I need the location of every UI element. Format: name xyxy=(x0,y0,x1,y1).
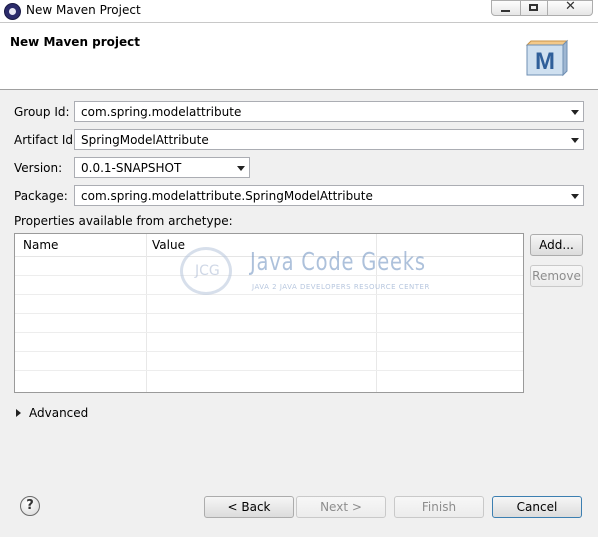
window-title: New Maven Project xyxy=(26,3,141,17)
group-id-combo[interactable]: com.spring.modelattribute xyxy=(74,101,584,122)
maven-logo-letter: M xyxy=(535,48,555,75)
artifact-id-combo[interactable]: SpringModelAttribute xyxy=(74,129,584,150)
table-row xyxy=(15,351,523,352)
jcg-logo-icon: JCG xyxy=(180,247,232,295)
chevron-down-icon[interactable] xyxy=(571,138,579,143)
table-row xyxy=(15,313,523,314)
advanced-label: Advanced xyxy=(29,406,89,420)
table-row xyxy=(15,294,523,295)
package-value: com.spring.modelattribute.SpringModelAtt… xyxy=(81,189,373,203)
cancel-button[interactable]: Cancel xyxy=(492,496,582,518)
version-combo[interactable]: 0.0.1-SNAPSHOT xyxy=(74,157,250,178)
maven-logo-icon: M xyxy=(525,39,569,77)
wizard-header: New Maven project M xyxy=(0,22,598,90)
expand-arrow-icon[interactable] xyxy=(16,409,21,417)
package-label: Package: xyxy=(14,189,68,203)
package-combo[interactable]: com.spring.modelattribute.SpringModelAtt… xyxy=(74,185,584,206)
minimize-button[interactable] xyxy=(491,0,521,16)
watermark-title: Java Code Geeks xyxy=(250,247,426,276)
artifact-id-value: SpringModelAttribute xyxy=(81,133,209,147)
group-id-label: Group Id: xyxy=(14,105,70,119)
close-button[interactable]: ✕ xyxy=(547,0,593,16)
help-button[interactable]: ? xyxy=(20,496,40,516)
wizard-body: Group Id: com.spring.modelattribute Arti… xyxy=(0,90,598,537)
add-property-button[interactable]: Add... xyxy=(530,234,583,256)
close-icon: ✕ xyxy=(565,0,576,14)
group-id-value: com.spring.modelattribute xyxy=(81,105,242,119)
table-row xyxy=(15,370,523,371)
remove-property-button[interactable]: Remove xyxy=(530,265,583,287)
maximize-icon xyxy=(529,4,538,11)
jcg-logo-text: JCG xyxy=(195,263,220,279)
chevron-down-icon[interactable] xyxy=(237,166,245,171)
title-bar: New Maven Project ✕ xyxy=(0,0,598,22)
properties-label: Properties available from archetype: xyxy=(14,214,233,228)
chevron-down-icon[interactable] xyxy=(571,194,579,199)
watermark-subtitle: JAVA 2 JAVA DEVELOPERS RESOURCE CENTER xyxy=(252,283,430,291)
column-header-name[interactable]: Name xyxy=(23,238,58,252)
table-row xyxy=(15,332,523,333)
minimize-icon xyxy=(501,10,510,12)
finish-button[interactable]: Finish xyxy=(394,496,484,518)
watermark: JCG Java Code Geeks JAVA 2 JAVA DEVELOPE… xyxy=(180,233,430,295)
artifact-id-label: Artifact Id: xyxy=(14,133,78,147)
back-button[interactable]: < Back xyxy=(204,496,294,518)
next-button[interactable]: Next > xyxy=(296,496,386,518)
eclipse-app-icon xyxy=(4,3,21,20)
maximize-button[interactable] xyxy=(520,0,548,16)
version-label: Version: xyxy=(14,161,63,175)
version-value: 0.0.1-SNAPSHOT xyxy=(81,161,182,175)
page-title: New Maven project xyxy=(10,35,141,49)
chevron-down-icon[interactable] xyxy=(571,110,579,115)
